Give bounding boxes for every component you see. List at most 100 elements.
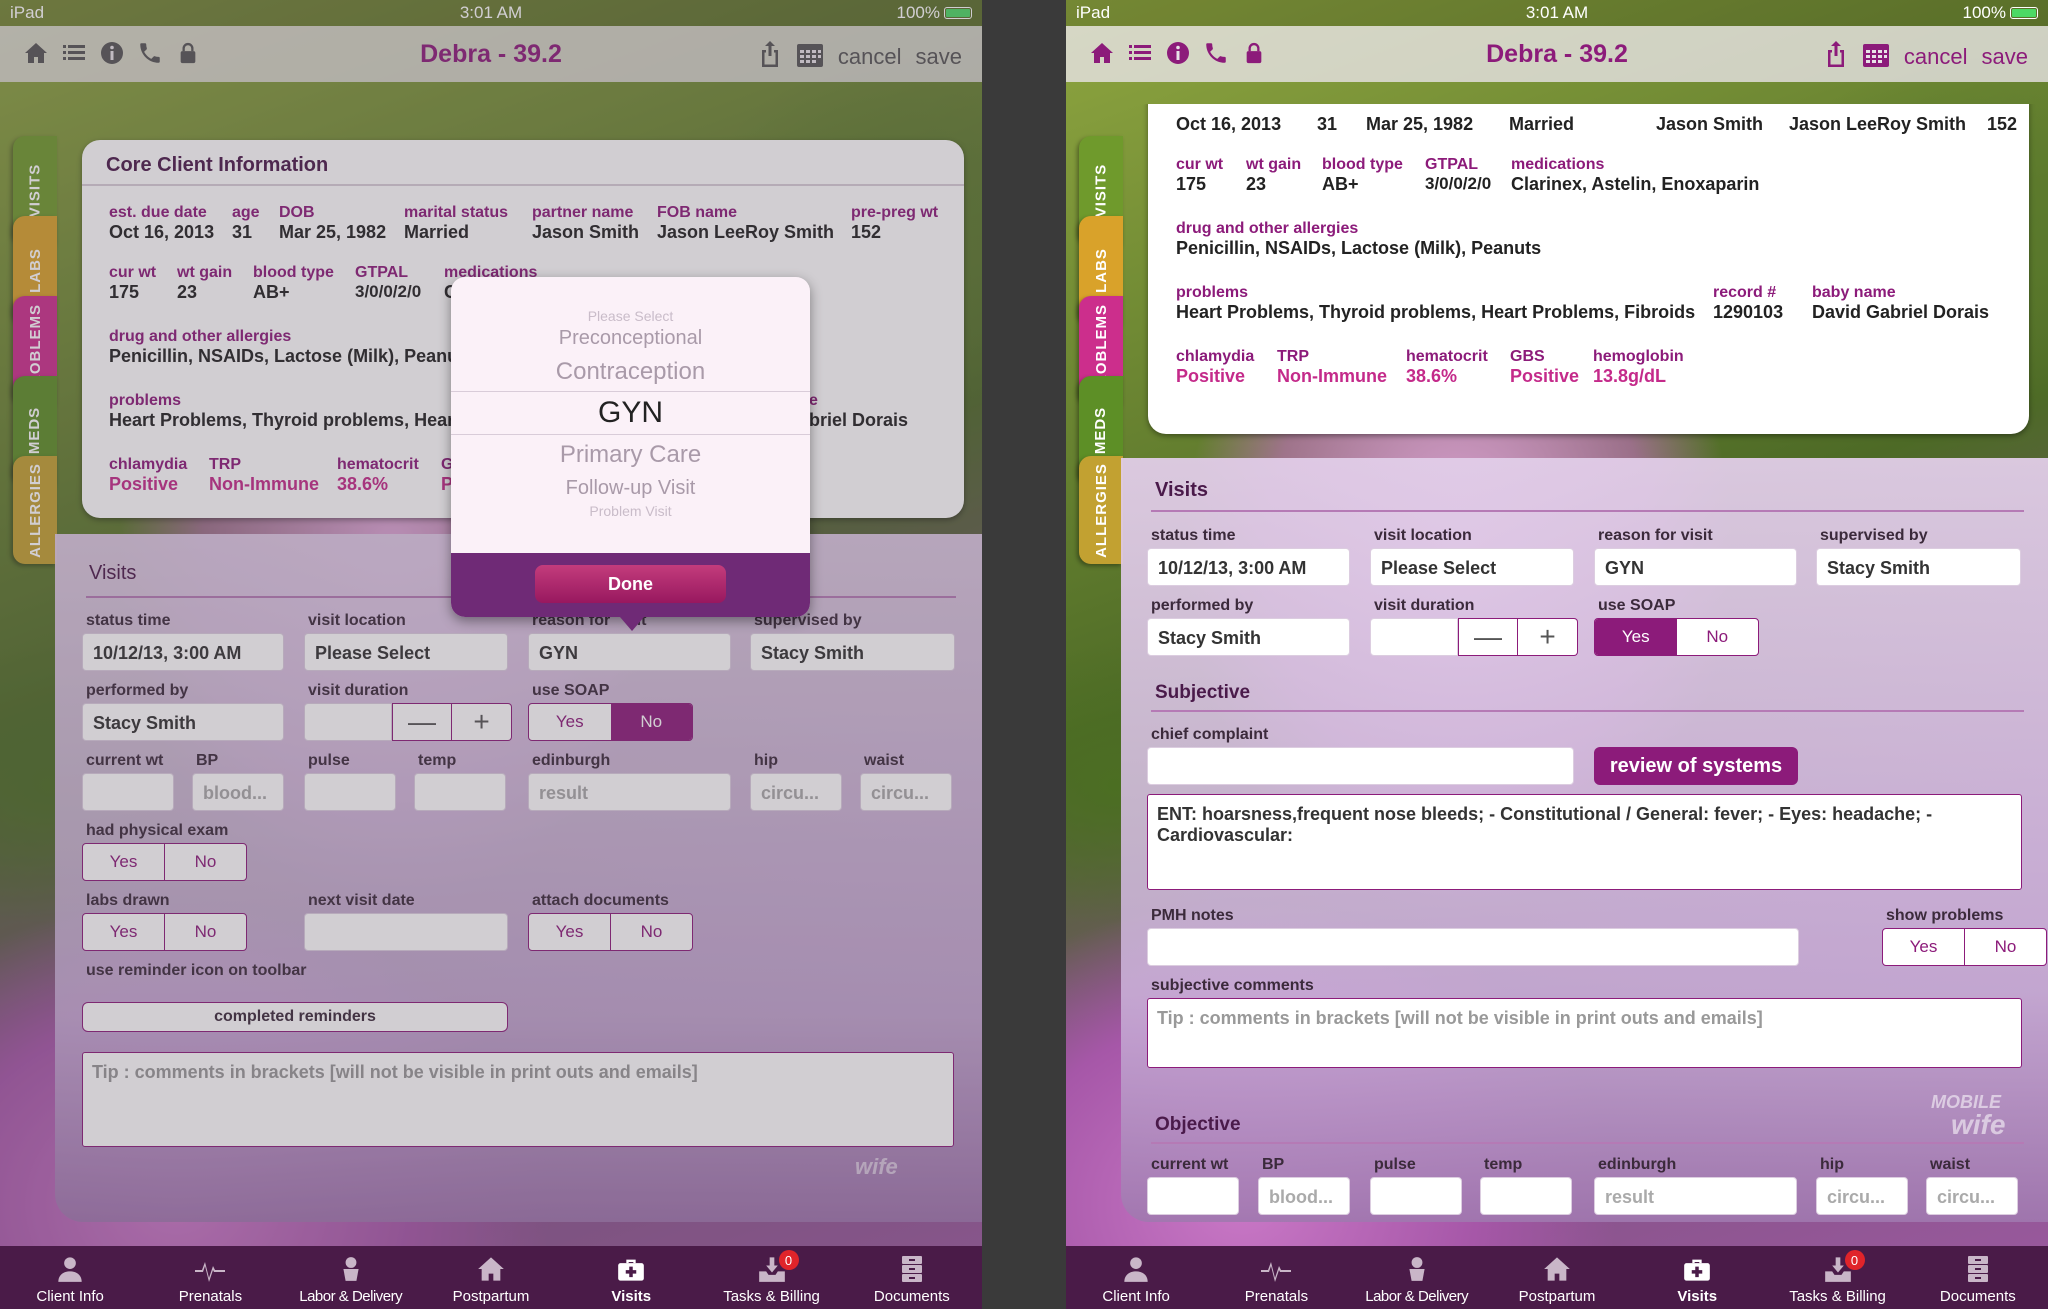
reason-field[interactable]: GYN [528,633,731,671]
visit-location-field[interactable]: Please Select [304,633,508,671]
calendar-icon[interactable] [1862,40,1890,74]
physical-exam-toggle[interactable]: Yes No [82,843,247,881]
edinburgh-field[interactable]: result [528,773,731,811]
picker-option-primary-care[interactable]: Primary Care [451,441,810,469]
performed-field[interactable]: Stacy Smith [82,703,284,741]
cancel-button[interactable]: cancel [838,44,902,70]
temp-field[interactable] [414,773,506,811]
show-problems-no[interactable]: No [1964,929,2046,965]
status-time-field[interactable]: 10/12/13, 3:00 AM [1147,548,1350,586]
pulse-field[interactable] [304,773,396,811]
tab-tasks-billing[interactable]: Tasks & Billing 0 [1767,1246,1907,1309]
labs-drawn-no[interactable]: No [164,914,246,950]
supervised-field[interactable]: Stacy Smith [1816,548,2021,586]
status-time-field[interactable]: 10/12/13, 3:00 AM [82,633,284,671]
subjective-divider [1151,710,2024,712]
tab-client-info[interactable]: Client Info [1066,1246,1206,1309]
side-tab-allergies[interactable]: ALLERGIES [1079,456,1123,564]
tab-prenatals[interactable]: Prenatals [140,1246,280,1309]
plus-button[interactable]: + [452,703,512,741]
next-visit-field[interactable] [304,913,508,951]
duration-stepper[interactable]: — + [304,703,512,741]
cancel-button[interactable]: cancel [1904,44,1968,70]
picker-option-preconceptional[interactable]: Preconceptional [451,327,810,350]
share-icon[interactable] [1824,40,1848,74]
tab-prenatals[interactable]: Prenatals [1206,1246,1346,1309]
tab-client-info[interactable]: Client Info [0,1246,140,1309]
physical-exam-no[interactable]: No [164,844,246,880]
physical-exam-yes[interactable]: Yes [83,844,164,880]
picker-option-please-select[interactable]: Please Select [451,308,810,324]
done-button[interactable]: Done [535,565,726,603]
heartbeat-icon [1261,1254,1292,1284]
hip-field[interactable]: circu... [1816,1177,1908,1215]
partner-value: Jason Smith [1656,114,1764,134]
side-tab-allergies[interactable]: ALLERGIES [13,456,57,564]
allergy-value: Penicillin, NSAIDs, Lactose (Milk), Pean… [1176,238,1542,258]
soap-toggle[interactable]: Yes No [1594,618,1759,656]
duration-stepper[interactable]: — + [1370,618,1578,656]
calendar-icon[interactable] [796,40,824,74]
visit-location-field[interactable]: Please Select [1370,548,1574,586]
reminder-label: use reminder icon on toolbar [86,962,307,979]
current-wt-field[interactable] [82,773,174,811]
supervised-field[interactable]: Stacy Smith [750,633,955,671]
labs-drawn-toggle[interactable]: Yes No [82,913,247,951]
picker-option-follow-up[interactable]: Follow-up Visit [451,477,810,500]
minus-button[interactable]: — [392,703,452,741]
share-icon[interactable] [758,40,782,74]
duration-input[interactable] [304,703,392,741]
marital-value: Married [1509,114,1575,134]
blood-value: AB+ [1322,174,1359,194]
soap-yes[interactable]: Yes [529,704,611,740]
plus-button[interactable]: + [1518,618,1578,656]
tab-visits[interactable]: Visits [561,1246,701,1309]
tab-visits[interactable]: Visits [1627,1246,1767,1309]
show-problems-yes[interactable]: Yes [1883,929,1964,965]
pmh-notes-field[interactable] [1147,928,1799,966]
current-wt-field[interactable] [1147,1177,1239,1215]
completed-reminders[interactable]: completed reminders [82,1002,508,1032]
save-button[interactable]: save [916,44,962,70]
save-button[interactable]: save [1982,44,2028,70]
labs-drawn-yes[interactable]: Yes [83,914,164,950]
subjective-comments-field[interactable]: Tip : comments in brackets [will not be … [1147,998,2022,1068]
tab-labor-delivery[interactable]: Labor & Delivery [1347,1246,1487,1309]
review-of-systems-button[interactable]: review of systems [1594,747,1798,785]
tab-tasks-billing[interactable]: Tasks & Billing 0 [701,1246,841,1309]
performed-field[interactable]: Stacy Smith [1147,618,1350,656]
soap-no[interactable]: No [1677,619,1759,655]
soap-toggle[interactable]: Yes No [528,703,693,741]
temp-field[interactable] [1480,1177,1572,1215]
reason-field[interactable]: GYN [1594,548,1797,586]
show-problems-toggle[interactable]: Yes No [1882,928,2047,966]
tab-postpartum[interactable]: Postpartum [1487,1246,1627,1309]
hip-label: hip [754,752,778,769]
attach-yes[interactable]: Yes [529,914,610,950]
tab-labor-delivery[interactable]: Labor & Delivery [281,1246,421,1309]
picker-option-problem-visit[interactable]: Problem Visit [451,503,810,519]
reason-picker-popover[interactable]: Please Select Preconceptional Contracept… [451,277,810,617]
main-panel: Core Client Information est. due date Oc… [55,104,982,1222]
duration-input[interactable] [1370,618,1458,656]
visit-comments[interactable]: Tip : comments in brackets [will not be … [82,1052,954,1147]
edinburgh-field[interactable]: result [1594,1177,1797,1215]
bp-field[interactable]: blood... [1258,1177,1350,1215]
bp-field[interactable]: blood... [192,773,284,811]
attach-no[interactable]: No [610,914,692,950]
soap-no[interactable]: No [610,704,692,740]
chief-complaint-field[interactable] [1147,747,1574,785]
soap-yes[interactable]: Yes [1595,619,1677,655]
picker-option-gyn[interactable]: GYN [451,396,810,430]
waist-field[interactable]: circu... [860,773,952,811]
tab-documents[interactable]: Documents [842,1246,982,1309]
hip-field[interactable]: circu... [750,773,842,811]
minus-button[interactable]: — [1458,618,1518,656]
attach-documents-toggle[interactable]: Yes No [528,913,693,951]
tab-documents[interactable]: Documents [1908,1246,2048,1309]
picker-option-contraception[interactable]: Contraception [451,358,810,386]
pulse-field[interactable] [1370,1177,1462,1215]
review-of-systems-text[interactable]: ENT: hoarsness,frequent nose bleeds; - C… [1147,794,2022,890]
tab-postpartum[interactable]: Postpartum [421,1246,561,1309]
waist-field[interactable]: circu... [1926,1177,2018,1215]
